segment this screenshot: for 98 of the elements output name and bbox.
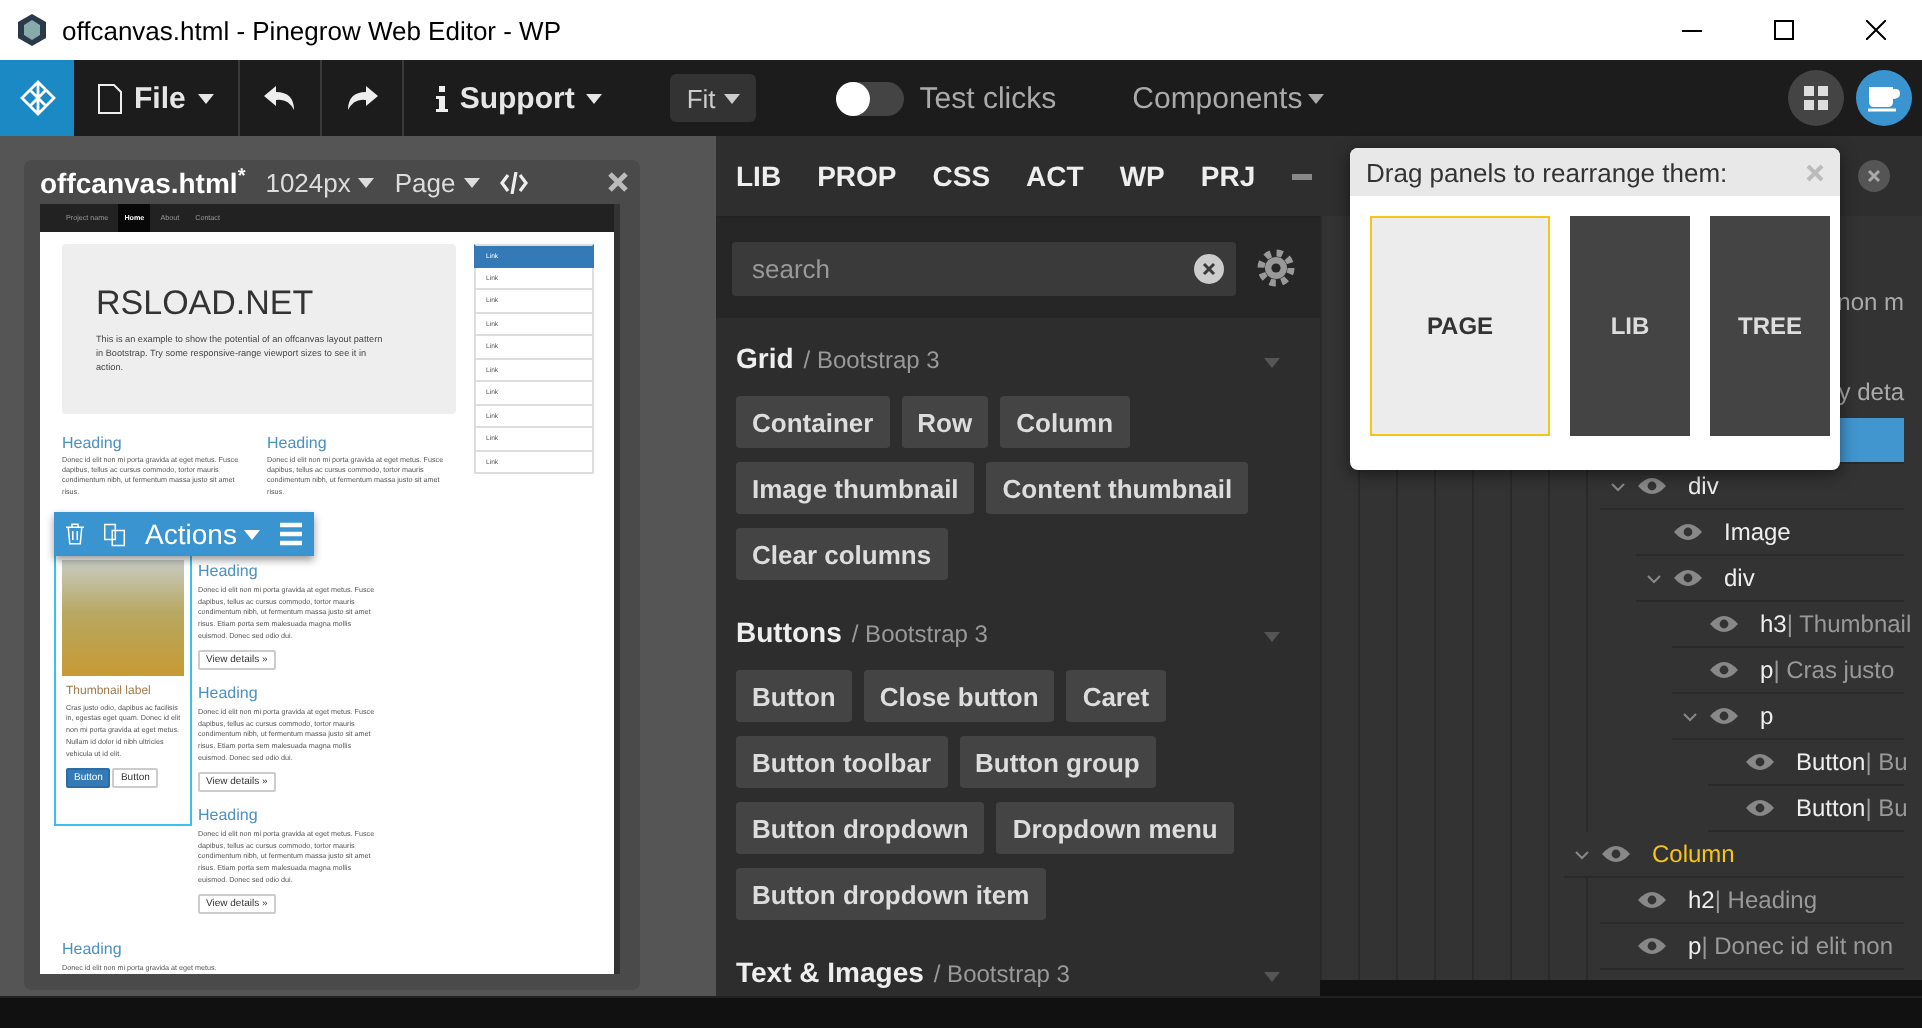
fit-dropdown[interactable]: Fit (670, 74, 756, 122)
component-item[interactable]: Clear columns (736, 528, 948, 580)
maximize-icon (1774, 20, 1794, 40)
component-item[interactable]: Column (1000, 396, 1130, 448)
components-menu[interactable]: Components (1132, 81, 1325, 115)
eye-icon[interactable] (1636, 476, 1668, 496)
article-heading: Heading (62, 939, 124, 960)
grid-icon (1804, 86, 1828, 110)
eye-icon[interactable] (1744, 752, 1776, 772)
eye-icon[interactable] (1636, 890, 1668, 910)
redo-icon (345, 86, 378, 110)
caret-icon (586, 93, 603, 103)
section-subtitle: / Bootstrap 3 (803, 346, 940, 374)
component-item[interactable]: Button dropdown item (736, 868, 1046, 920)
caret-icon (197, 93, 214, 103)
pinecone-icon (17, 78, 57, 118)
component-item[interactable]: Button toolbar (736, 736, 948, 788)
page-file-title: offcanvas.html$^{*}$ (40, 165, 246, 199)
jumbotron-title: RSLOAD.NET (96, 284, 316, 324)
component-item[interactable]: Button (736, 670, 852, 722)
close-icon (1866, 20, 1886, 40)
document-icon (98, 83, 122, 113)
panel-tab[interactable]: ACT (1026, 160, 1104, 192)
panel-tab[interactable]: CSS (932, 160, 1011, 192)
window-title: offcanvas.html - Pinegrow Web Editor - WP (62, 15, 564, 45)
chevron-icon[interactable] (1574, 849, 1590, 859)
info-icon (435, 85, 448, 111)
file-menu[interactable]: File (74, 60, 238, 136)
width-dropdown[interactable]: 1024px (265, 167, 375, 197)
column-heading: Heading (267, 434, 329, 452)
panel-tab[interactable]: WP (1119, 160, 1185, 192)
section-subtitle: / Bootstrap 3 (851, 620, 988, 648)
undo-icon (263, 86, 296, 110)
panel-tab[interactable]: PROP (817, 160, 917, 192)
code-icon[interactable] (499, 171, 528, 193)
panel-tile[interactable]: LIB (1570, 216, 1690, 436)
coffee-cup-icon (1868, 85, 1900, 111)
chevron-icon[interactable] (1610, 481, 1626, 491)
article-heading: Heading (198, 805, 260, 826)
popup-title: Drag panels to rearrange them: (1366, 157, 1730, 187)
eye-icon[interactable] (1708, 660, 1740, 680)
trash-icon[interactable] (66, 520, 85, 548)
eye-icon[interactable] (1708, 706, 1740, 726)
component-item[interactable]: Button dropdown (736, 802, 985, 854)
component-item[interactable]: Image thumbnail (736, 462, 975, 514)
section-title[interactable]: Text & Images (736, 956, 924, 988)
article-heading: Heading (198, 561, 260, 582)
settings-icon[interactable] (1256, 248, 1296, 288)
collapse-caret-icon (1264, 358, 1280, 368)
caret-icon (723, 93, 740, 103)
panel-tab[interactable]: PRJ (1200, 160, 1276, 192)
eye-icon[interactable] (1672, 522, 1704, 542)
app-logo[interactable] (0, 60, 74, 136)
eye-icon[interactable] (1708, 614, 1740, 634)
caret-icon (1308, 93, 1325, 103)
component-item[interactable]: Button group (959, 736, 1156, 788)
element-row[interactable]: Column (1564, 832, 1904, 878)
panel-tile[interactable]: PAGE (1370, 216, 1550, 436)
close-icon[interactable] (608, 172, 628, 192)
component-item[interactable]: Close button (863, 670, 1055, 722)
eye-icon[interactable] (1744, 798, 1776, 818)
support-menu[interactable]: Support (403, 60, 627, 136)
panel-tab[interactable]: LIB (736, 160, 802, 192)
component-item[interactable]: Content thumbnail (986, 462, 1249, 514)
section-title[interactable]: Buttons (736, 616, 842, 648)
eye-icon[interactable] (1600, 844, 1632, 864)
caret-icon (358, 177, 375, 187)
horizontal-scrollbar[interactable] (1320, 980, 1922, 996)
coffee-cup-button[interactable] (1856, 70, 1912, 126)
collapse-caret-icon (1264, 972, 1280, 982)
page-dropdown[interactable]: Page (394, 167, 480, 197)
chevron-icon[interactable] (1682, 711, 1698, 721)
component-item[interactable]: Row (901, 396, 989, 448)
panel-tile[interactable]: TREE (1710, 216, 1830, 436)
caret-icon (244, 529, 261, 539)
section-title[interactable]: Grid (736, 342, 794, 374)
menu-icon[interactable] (280, 522, 302, 546)
collapse-caret-icon (1264, 632, 1280, 642)
copy-icon[interactable] (104, 519, 126, 549)
component-item[interactable]: Container (736, 396, 890, 448)
minimize-icon[interactable] (1291, 173, 1312, 179)
article-heading: Heading (198, 683, 260, 704)
close-icon[interactable] (1858, 160, 1890, 192)
layout-button[interactable] (1788, 70, 1844, 126)
component-item[interactable]: Dropdown menu (996, 802, 1234, 854)
component-item[interactable]: Caret (1066, 670, 1166, 722)
column-heading: Heading (62, 434, 124, 452)
caret-icon (463, 177, 480, 187)
search-field[interactable]: search (732, 241, 1236, 295)
clear-icon[interactable] (1194, 253, 1224, 283)
test-clicks-toggle[interactable] (835, 81, 904, 115)
app-icon (18, 14, 46, 46)
eye-icon[interactable] (1636, 936, 1668, 956)
photo-placeholder (62, 559, 184, 676)
eye-icon[interactable] (1672, 568, 1704, 588)
test-clicks-label: Test clicks (919, 81, 1057, 115)
chevron-icon[interactable] (1646, 573, 1662, 583)
section-subtitle: / Bootstrap 3 (933, 960, 1070, 988)
